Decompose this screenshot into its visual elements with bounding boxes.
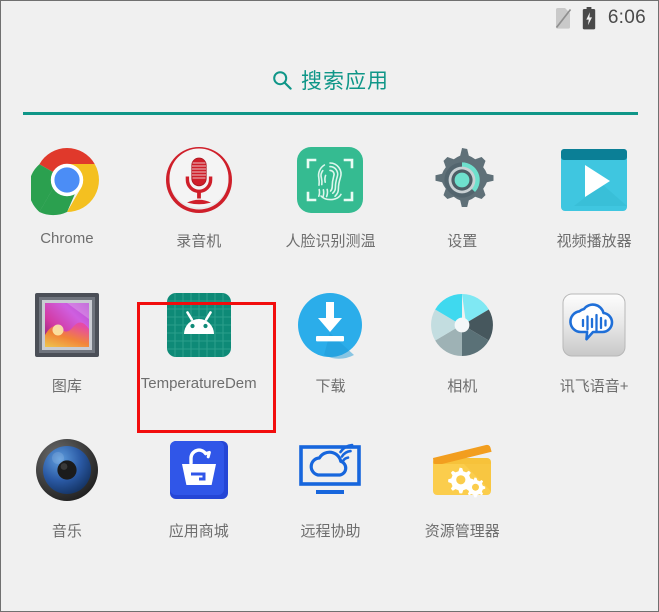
remote-assistance-icon xyxy=(294,434,366,506)
no-sim-icon xyxy=(555,7,572,29)
app-label: 图库 xyxy=(51,378,82,395)
app-cell-empty xyxy=(528,421,658,566)
video-player-icon xyxy=(558,144,630,216)
status-bar: 6:06 xyxy=(1,1,658,35)
app-label: 资源管理器 xyxy=(424,523,500,540)
app-label: 相机 xyxy=(447,378,478,395)
app-cell-file-manager[interactable]: 资源管理器 xyxy=(396,421,528,566)
app-label: 设置 xyxy=(447,233,478,250)
app-label: 录音机 xyxy=(176,233,222,250)
chrome-icon xyxy=(28,144,103,216)
voice-recorder-icon xyxy=(163,144,235,216)
app-cell-iflytek-voice[interactable]: 讯飞语音+ xyxy=(528,276,658,421)
app-cell-gallery[interactable]: 图库 xyxy=(1,276,133,421)
app-label: 下载 xyxy=(315,378,346,395)
search-label: 搜索应用 xyxy=(301,70,389,93)
app-label: 应用商城 xyxy=(168,523,229,540)
search-underline xyxy=(23,112,638,115)
battery-charging-icon xyxy=(582,6,596,30)
status-clock: 6:06 xyxy=(607,7,646,28)
settings-gear-icon xyxy=(426,144,498,216)
app-cell-music[interactable]: 音乐 xyxy=(1,421,133,566)
app-row: Chrome 录音机 人脸识别测温 设置 视频播放器 xyxy=(1,131,658,276)
app-store-basket-icon xyxy=(163,434,235,506)
music-speaker-icon xyxy=(31,434,103,506)
app-row: 图库 TemperatureDem 下载 相机 讯飞语音+ xyxy=(1,276,658,421)
app-label: 人脸识别测温 xyxy=(285,233,376,250)
android-robot-icon xyxy=(163,289,235,361)
search-button[interactable]: 搜索应用 xyxy=(1,65,658,95)
download-icon xyxy=(294,289,366,361)
app-label: TemperatureDem xyxy=(140,375,257,392)
app-row: 音乐 应用商城 远程协助 资源管理器 xyxy=(1,421,658,566)
app-cell-app-store[interactable]: 应用商城 xyxy=(133,421,265,566)
camera-shutter-icon xyxy=(426,289,498,361)
app-cell-camera[interactable]: 相机 xyxy=(396,276,528,421)
app-label: 讯飞语音+ xyxy=(559,378,629,395)
app-label: 远程协助 xyxy=(300,523,361,540)
face-recognition-temperature-icon xyxy=(294,144,366,216)
app-label: 视频播放器 xyxy=(556,233,632,250)
app-grid: Chrome 录音机 人脸识别测温 设置 视频播放器 图库 Temperatur… xyxy=(1,131,658,566)
search-bar[interactable]: 搜索应用 xyxy=(1,35,658,115)
search-icon xyxy=(272,70,292,90)
file-manager-icon xyxy=(426,434,498,506)
app-cell-chrome[interactable]: Chrome xyxy=(1,131,133,276)
app-cell-temperaturedemo[interactable]: TemperatureDem xyxy=(133,276,265,421)
app-label: 音乐 xyxy=(51,523,82,540)
app-label: Chrome xyxy=(40,230,94,247)
app-cell-download[interactable]: 下载 xyxy=(265,276,397,421)
app-cell-face-recognition[interactable]: 人脸识别测温 xyxy=(265,131,397,276)
app-cell-remote-assistance[interactable]: 远程协助 xyxy=(265,421,397,566)
iflytek-voice-icon xyxy=(558,289,630,361)
app-cell-voice-recorder[interactable]: 录音机 xyxy=(133,131,265,276)
gallery-icon xyxy=(31,289,103,361)
app-cell-settings[interactable]: 设置 xyxy=(396,131,528,276)
app-drawer-screen: 6:06 搜索应用 Chrome 录音机 人脸识别测温 设置 视频播放器 图库 … xyxy=(0,0,659,612)
app-cell-video-player[interactable]: 视频播放器 xyxy=(528,131,658,276)
